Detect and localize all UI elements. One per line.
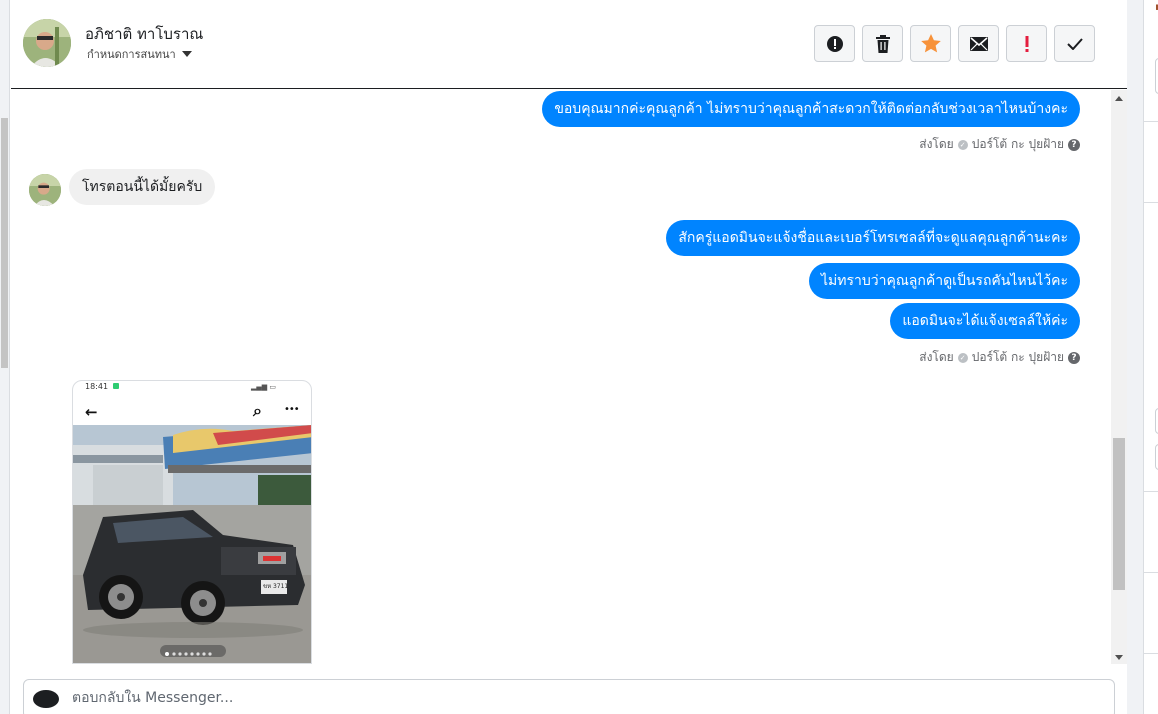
conversation-header: อภิชาติ ทาโบราณ กำหนดการสนทนา bbox=[11, 0, 1127, 89]
follow-up-button[interactable] bbox=[1006, 25, 1047, 62]
reply-composer[interactable] bbox=[23, 679, 1115, 714]
panel-divider bbox=[1144, 202, 1158, 203]
sender-name[interactable]: ปอร์โต้ กะ ปุยฝ้าย bbox=[972, 348, 1064, 367]
panel-divider bbox=[1144, 653, 1158, 654]
spam-icon bbox=[826, 35, 843, 52]
car-photo: ขห 3711 bbox=[73, 425, 311, 663]
sent-by-row: ส่งโดย ✓ ปอร์โต้ กะ ปุยฝ้าย ? bbox=[919, 348, 1080, 367]
message-outgoing[interactable]: แอดมินจะได้แจ้งเซลล์ให้ค่ะ bbox=[890, 303, 1080, 339]
mark-done-button[interactable] bbox=[1054, 25, 1095, 62]
mail-icon bbox=[969, 36, 988, 51]
thread-scrollbar[interactable] bbox=[1111, 90, 1127, 664]
panel-divider bbox=[1144, 572, 1158, 573]
check-circle-icon: ✓ bbox=[957, 352, 968, 363]
message-thread[interactable]: ขอบคุณมากค่ะคุณลูกค้า ไม่ทราบว่าคุณลูกค้… bbox=[11, 90, 1111, 664]
message-outgoing[interactable]: ขอบคุณมากค่ะคุณลูกค้า ไม่ทราบว่าคุณลูกค้… bbox=[542, 91, 1080, 127]
scroll-up-icon[interactable] bbox=[1115, 96, 1123, 101]
image-attachment[interactable]: 18:41 ▂▄▆ ▭ ← ⌕ ••• ขห 3711 bbox=[72, 380, 312, 664]
panel-divider bbox=[1144, 121, 1158, 122]
phone-status-bar: 18:41 ▂▄▆ ▭ bbox=[73, 381, 311, 395]
mark-spam-button[interactable] bbox=[814, 25, 855, 62]
mark-unread-button[interactable] bbox=[958, 25, 999, 62]
signal-icon: ▂▄▆ ▭ bbox=[251, 383, 276, 391]
inbox-window: อภิชาติ ทาโบราณ กำหนดการสนทนา ขอบคุณมากค… bbox=[0, 0, 1158, 714]
sent-by-label: ส่งโดย bbox=[919, 350, 954, 364]
assign-conversation-dropdown[interactable]: กำหนดการสนทนา bbox=[87, 45, 192, 63]
help-icon[interactable]: ? bbox=[1068, 138, 1080, 151]
conversation-toolbar bbox=[814, 25, 1095, 62]
star-icon bbox=[920, 34, 941, 53]
caret-down-icon bbox=[181, 51, 192, 57]
page-logo-icon bbox=[33, 690, 59, 708]
back-arrow-icon: ← bbox=[85, 403, 98, 421]
message-outgoing[interactable]: ไม่ทราบว่าคุณลูกค้าดูเป็นรถคันไหนไว้คะ bbox=[808, 263, 1080, 299]
reply-input[interactable] bbox=[72, 688, 972, 708]
sent-by-row: ส่งโดย ✓ ปอร์โต้ กะ ปุยฝ้าย ? bbox=[919, 135, 1080, 154]
contact-name: อภิชาติ ทาโบราณ bbox=[85, 25, 204, 43]
search-icon: ⌕ bbox=[253, 401, 262, 420]
phone-time: 18:41 bbox=[85, 382, 109, 391]
assign-label: กำหนดการสนทนา bbox=[87, 48, 176, 61]
sender-name[interactable]: ปอร์โต้ กะ ปุยฝ้าย bbox=[972, 135, 1064, 154]
avatar[interactable] bbox=[23, 19, 71, 67]
panel-divider bbox=[1144, 491, 1158, 492]
sent-by-label: ส่งโดย bbox=[919, 137, 954, 151]
star-button[interactable] bbox=[910, 25, 951, 62]
license-plate: ขห 3711 bbox=[263, 583, 289, 590]
check-circle-icon: ✓ bbox=[957, 139, 968, 150]
app-notification-icon bbox=[113, 383, 119, 389]
scroll-down-icon[interactable] bbox=[1115, 655, 1123, 660]
delete-button[interactable] bbox=[862, 25, 903, 62]
contact-avatar[interactable] bbox=[29, 174, 61, 206]
left-scrollbar[interactable] bbox=[0, 0, 10, 714]
message-outgoing[interactable]: สักครู่แอดมินจะแจ้งชื่อและเบอร์โทรเซลล์ท… bbox=[666, 220, 1080, 256]
priority-icon bbox=[1025, 35, 1028, 52]
check-icon bbox=[1066, 37, 1083, 50]
image-page-dots bbox=[160, 645, 226, 657]
right-gutter bbox=[1127, 0, 1143, 714]
trash-icon bbox=[875, 34, 890, 53]
help-icon[interactable]: ? bbox=[1068, 351, 1080, 364]
left-scrollbar-thumb[interactable] bbox=[1, 118, 8, 368]
thread-scrollbar-thumb[interactable] bbox=[1113, 438, 1125, 590]
message-incoming[interactable]: โทรตอนนี้ได้มั้ยครับ bbox=[69, 169, 216, 205]
more-icon: ••• bbox=[284, 404, 300, 415]
contact-details-panel: ▪ bbox=[1143, 0, 1158, 714]
